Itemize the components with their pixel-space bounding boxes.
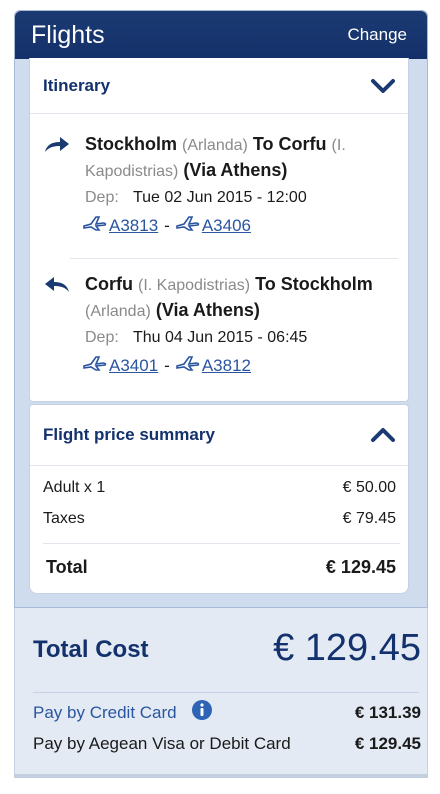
flight-codes: A3401 - A3812 bbox=[43, 355, 399, 376]
footer-divider bbox=[33, 692, 419, 693]
itinerary-toggle[interactable]: Itinerary bbox=[30, 58, 408, 114]
price-summary-label: Flight price summary bbox=[43, 425, 215, 444]
code-separator: - bbox=[164, 355, 170, 375]
via-label: (Via Athens) bbox=[155, 300, 260, 320]
via-label: (Via Athens) bbox=[183, 160, 288, 180]
origin-city: Stockholm bbox=[85, 134, 178, 154]
dep-value: Thu 04 Jun 2015 - 06:45 bbox=[132, 329, 308, 346]
pay-credit-label-group: Pay by Credit Card bbox=[33, 699, 213, 726]
price-row-adult: Adult x 1 € 50.00 bbox=[30, 472, 408, 503]
flights-title: Flights bbox=[31, 20, 105, 49]
price-row-label: Taxes bbox=[43, 509, 85, 527]
price-total-row: Total € 129.45 bbox=[30, 544, 408, 590]
pay-debit-label: Pay by Aegean Visa or Debit Card bbox=[33, 733, 291, 753]
airplane-icon bbox=[83, 355, 107, 376]
destination-airport: (Arlanda) bbox=[85, 303, 151, 320]
flight-divider bbox=[70, 258, 398, 259]
arrow-return-icon bbox=[43, 274, 71, 301]
itinerary-card: Itinerary Stockholm (Arlanda) To Corfu (… bbox=[29, 58, 409, 402]
pay-debit-row: Pay by Aegean Visa or Debit Card € 129.4… bbox=[15, 728, 427, 759]
origin-airport: (I. Kapodistrias) bbox=[138, 277, 251, 294]
flight-code-link[interactable]: A3401 bbox=[109, 356, 158, 376]
price-row-taxes: Taxes € 79.45 bbox=[30, 503, 408, 534]
flight-return: Corfu (I. Kapodistrias) To Stockholm (Ar… bbox=[43, 272, 399, 376]
total-cost-label: Total Cost bbox=[33, 636, 149, 663]
airplane-icon bbox=[83, 215, 107, 236]
total-value: € 129.45 bbox=[325, 556, 396, 577]
price-row-label: Adult x 1 bbox=[43, 478, 106, 496]
dep-label: Dep: bbox=[85, 329, 119, 346]
info-icon[interactable] bbox=[191, 699, 213, 726]
flight-route: Corfu (I. Kapodistrias) To Stockholm (Ar… bbox=[43, 272, 399, 324]
flight-code-link[interactable]: A3406 bbox=[202, 216, 251, 236]
departure-info: Dep: Tue 02 Jun 2015 - 12:00 bbox=[43, 189, 399, 207]
code-separator: - bbox=[164, 215, 170, 235]
origin-city: Corfu bbox=[85, 274, 133, 294]
change-button[interactable]: Change bbox=[347, 25, 407, 45]
price-summary-toggle[interactable]: Flight price summary bbox=[30, 405, 408, 465]
flight-route: Stockholm (Arlanda) To Corfu (I. Kapodis… bbox=[43, 132, 399, 184]
pay-credit-row: Pay by Credit Card € 131.39 bbox=[15, 697, 427, 728]
price-row-value: € 50.00 bbox=[342, 478, 396, 496]
flight-code-link[interactable]: A3812 bbox=[202, 356, 251, 376]
chevron-up-icon[interactable] bbox=[370, 427, 396, 443]
flights-header: Flights Change bbox=[15, 11, 427, 59]
to-word: To bbox=[252, 134, 274, 154]
destination-city: Stockholm bbox=[280, 274, 373, 294]
to-word: To bbox=[255, 274, 276, 294]
pay-credit-value: € 131.39 bbox=[354, 702, 421, 722]
departure-info: Dep: Thu 04 Jun 2015 - 06:45 bbox=[43, 329, 399, 347]
dep-value: Tue 02 Jun 2015 - 12:00 bbox=[132, 189, 307, 206]
total-cost-box: Total Cost € 129.45 Pay by Credit Card €… bbox=[14, 608, 428, 778]
pay-debit-value: € 129.45 bbox=[354, 733, 421, 753]
flights-panel: Flights Change Itinerary Stockholm (Arla… bbox=[14, 10, 428, 608]
price-summary-card: Flight price summary Adult x 1 € 50.00 T… bbox=[29, 404, 409, 594]
total-cost-value: € 129.45 bbox=[273, 626, 421, 669]
flight-code-link[interactable]: A3813 bbox=[109, 216, 158, 236]
airplane-icon bbox=[176, 215, 200, 236]
pay-credit-label: Pay by Credit Card bbox=[33, 702, 177, 722]
price-row-value: € 79.45 bbox=[342, 509, 396, 527]
arrow-right-icon bbox=[43, 134, 71, 161]
total-cost-row: Total Cost € 129.45 bbox=[15, 608, 427, 688]
airplane-icon bbox=[176, 355, 200, 376]
destination-city: Corfu bbox=[278, 134, 327, 154]
dep-label: Dep: bbox=[85, 189, 119, 206]
origin-airport: (Arlanda) bbox=[182, 137, 248, 154]
itinerary-label: Itinerary bbox=[43, 75, 111, 95]
chevron-down-icon[interactable] bbox=[370, 78, 396, 94]
flight-outbound: Stockholm (Arlanda) To Corfu (I. Kapodis… bbox=[43, 132, 399, 236]
flight-codes: A3813 - A3406 bbox=[43, 215, 399, 236]
total-label: Total bbox=[46, 556, 88, 577]
